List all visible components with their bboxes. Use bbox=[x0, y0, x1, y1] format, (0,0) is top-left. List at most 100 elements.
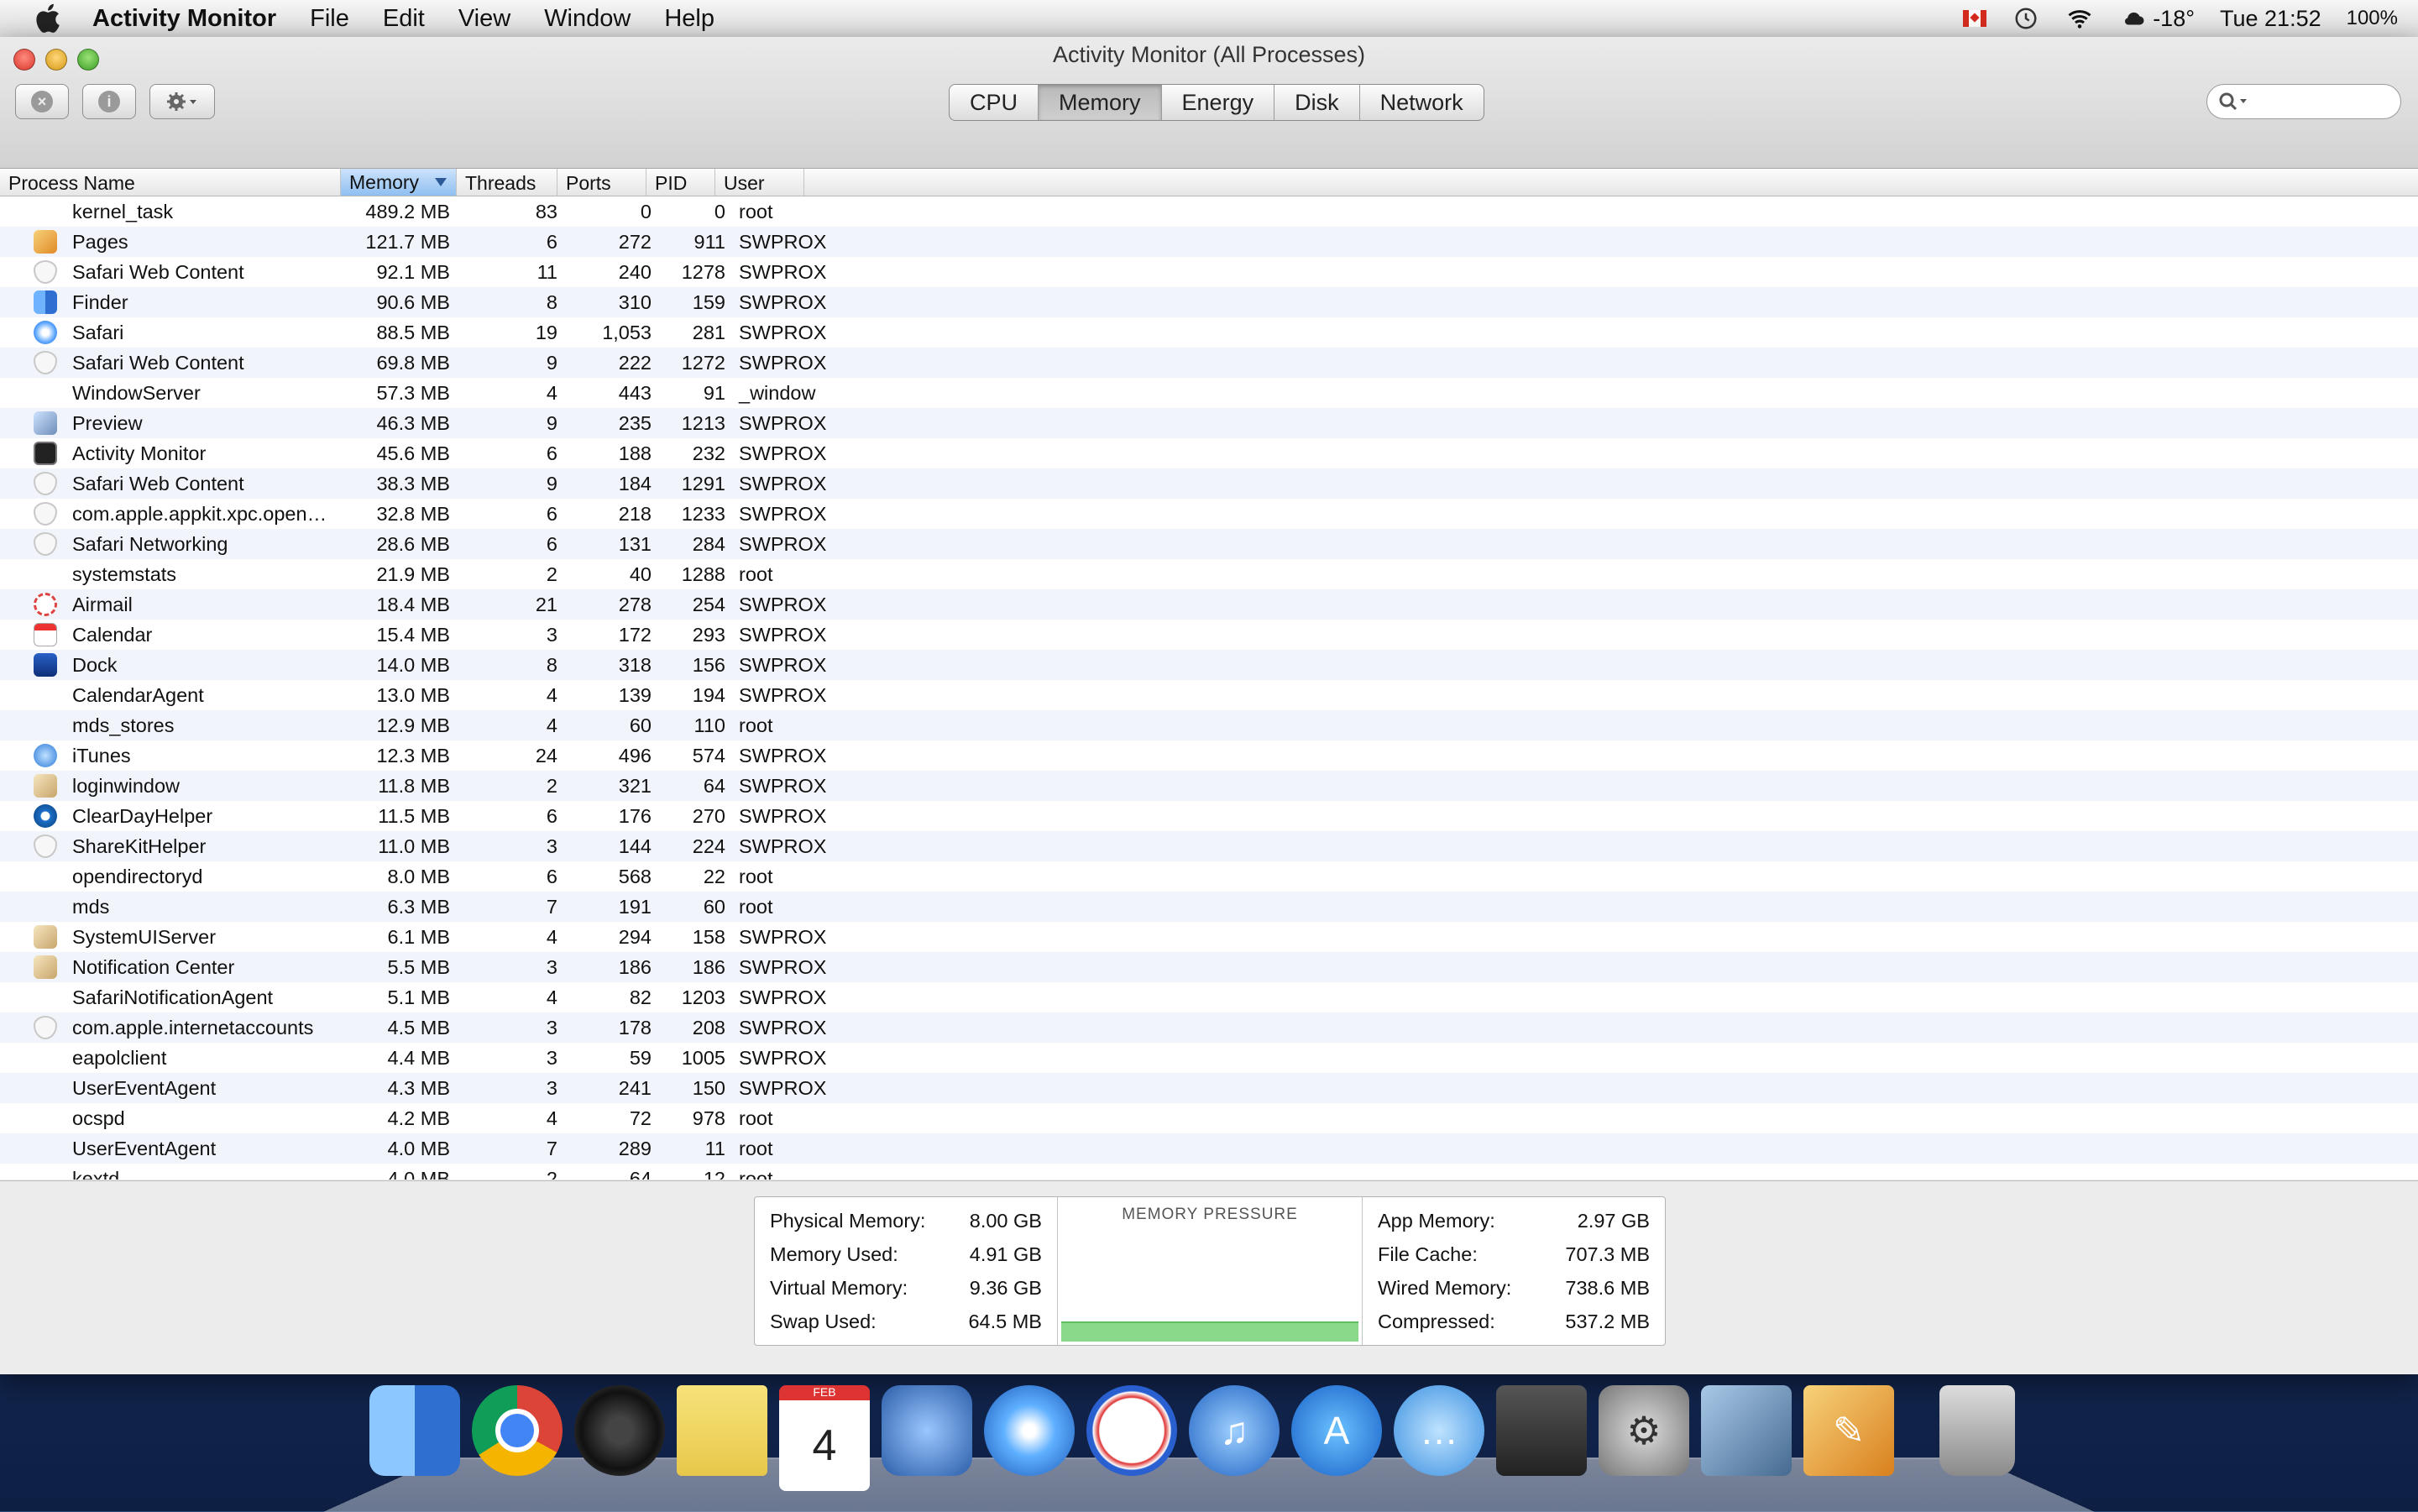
finder-icon[interactable] bbox=[369, 1385, 460, 1476]
process-pid: 270 bbox=[692, 804, 725, 827]
table-row[interactable]: kernel_task 489.2 MB 83 0 0 root bbox=[0, 196, 2418, 227]
table-row[interactable]: Safari Web Content 92.1 MB 11 240 1278 SWPROX bbox=[0, 257, 2418, 287]
table-row[interactable]: ClearDayHelper 11.5 MB 6 176 270 SWPROX bbox=[0, 801, 2418, 831]
safari-icon[interactable] bbox=[984, 1385, 1075, 1476]
app-store-icon[interactable]: A bbox=[1291, 1385, 1382, 1476]
column-header-threads[interactable]: Threads bbox=[457, 169, 557, 196]
process-pid: 12 bbox=[703, 1167, 725, 1180]
weather-cloud-icon[interactable] bbox=[2119, 6, 2148, 31]
table-row[interactable]: com.apple.internetaccounts 4.5 MB 3 178 208 S… bbox=[0, 1012, 2418, 1043]
stickies-icon[interactable] bbox=[677, 1385, 767, 1476]
column-header-memory[interactable]: Memory bbox=[341, 169, 457, 196]
table-row[interactable]: systemstats 21.9 MB 2 40 1288 root bbox=[0, 559, 2418, 589]
table-row[interactable]: eapolclient 4.4 MB 3 59 1005 SWPROX bbox=[0, 1043, 2418, 1073]
table-row[interactable]: kextd 4.0 MB 2 64 12 root bbox=[0, 1164, 2418, 1180]
column-header-user[interactable]: User bbox=[715, 169, 804, 196]
tab-memory[interactable]: Memory bbox=[1039, 85, 1162, 120]
table-row[interactable]: mds_stores 12.9 MB 4 60 110 root bbox=[0, 710, 2418, 740]
table-row[interactable]: Safari Web Content 38.3 MB 9 184 1291 SWPROX bbox=[0, 468, 2418, 499]
process-threads: 3 bbox=[546, 1076, 557, 1099]
process-icon-cell bbox=[0, 986, 72, 1009]
menu-app-name[interactable]: Activity Monitor bbox=[92, 5, 276, 33]
action-menu-button[interactable] bbox=[149, 84, 215, 119]
menubar-clock[interactable]: Tue 21:52 bbox=[2220, 6, 2321, 32]
trash-icon[interactable] bbox=[1939, 1385, 2015, 1476]
process-pid: 574 bbox=[692, 744, 725, 766]
table-row[interactable]: Finder 90.6 MB 8 310 159 SWPROX bbox=[0, 287, 2418, 317]
tab-disk[interactable]: Disk bbox=[1274, 85, 1360, 120]
chrome-icon[interactable] bbox=[472, 1385, 563, 1476]
process-name: Notification Center bbox=[72, 955, 235, 978]
battery-percentage[interactable]: 100% bbox=[2347, 7, 2398, 30]
table-row[interactable]: Preview 46.3 MB 9 235 1213 SWPROX bbox=[0, 408, 2418, 438]
process-user: SWPROX bbox=[739, 804, 827, 827]
table-row[interactable]: UserEventAgent 4.0 MB 7 289 11 root bbox=[0, 1133, 2418, 1164]
shield-icon bbox=[34, 351, 57, 374]
process-memory: 4.3 MB bbox=[387, 1076, 450, 1099]
time-machine-icon[interactable] bbox=[2012, 6, 2040, 31]
activity-monitor-icon[interactable] bbox=[1496, 1385, 1587, 1476]
table-row[interactable]: Dock 14.0 MB 8 318 156 SWPROX bbox=[0, 650, 2418, 680]
sort-descending-icon bbox=[435, 178, 447, 186]
search-field[interactable] bbox=[2206, 84, 2401, 119]
table-row[interactable]: Pages 121.7 MB 6 272 911 SWPROX bbox=[0, 227, 2418, 257]
process-user: SWPROX bbox=[739, 502, 827, 525]
apple-menu-icon[interactable] bbox=[30, 0, 67, 37]
inspect-process-button[interactable]: i bbox=[82, 84, 136, 119]
table-row[interactable]: com.apple.appkit.xpc.open… 32.8 MB 6 218 123… bbox=[0, 499, 2418, 529]
table-row[interactable]: Notification Center 5.5 MB 3 186 186 SWPROX bbox=[0, 952, 2418, 982]
tab-energy[interactable]: Energy bbox=[1162, 85, 1275, 120]
process-pid: 1278 bbox=[681, 260, 725, 283]
table-row[interactable]: SafariNotificationAgent 5.1 MB 4 82 1203 SWPR… bbox=[0, 982, 2418, 1012]
quit-process-button[interactable]: × bbox=[15, 84, 69, 119]
messages-icon[interactable]: … bbox=[1394, 1385, 1484, 1476]
weather-temperature[interactable]: -18° bbox=[2153, 6, 2195, 32]
table-row[interactable]: Safari Web Content 69.8 MB 9 222 1272 SWPROX bbox=[0, 348, 2418, 378]
table-row[interactable]: iTunes 12.3 MB 24 496 574 SWPROX bbox=[0, 740, 2418, 771]
system-preferences-icon[interactable]: ⚙ bbox=[1599, 1385, 1689, 1476]
process-ports: 1,053 bbox=[602, 321, 652, 343]
iphoto-icon[interactable] bbox=[1701, 1385, 1792, 1476]
table-row[interactable]: Airmail 18.4 MB 21 278 254 SWPROX bbox=[0, 589, 2418, 620]
pages-icon[interactable]: ✎ bbox=[1803, 1385, 1894, 1476]
table-row[interactable]: CalendarAgent 13.0 MB 4 139 194 SWPROX bbox=[0, 680, 2418, 710]
table-row[interactable]: Calendar 15.4 MB 3 172 293 SWPROX bbox=[0, 620, 2418, 650]
column-header-process-name[interactable]: Process Name bbox=[0, 169, 341, 196]
itunes-icon[interactable]: ♫ bbox=[1189, 1385, 1280, 1476]
stat-value: 8.00 GB bbox=[969, 1209, 1042, 1232]
menu-help[interactable]: Help bbox=[664, 5, 714, 33]
blank-icon bbox=[34, 986, 57, 1009]
table-row[interactable]: Activity Monitor 45.6 MB 6 188 232 SWPROX bbox=[0, 438, 2418, 468]
process-icon-cell bbox=[0, 714, 72, 737]
calendar-icon[interactable]: FEB 4 bbox=[779, 1385, 870, 1491]
table-row[interactable]: opendirectoryd 8.0 MB 6 568 22 root bbox=[0, 861, 2418, 892]
table-row[interactable]: mds 6.3 MB 7 191 60 root bbox=[0, 892, 2418, 922]
stat-value: 4.91 GB bbox=[969, 1243, 1042, 1265]
column-header-ports[interactable]: Ports bbox=[557, 169, 646, 196]
input-source-flag-icon[interactable] bbox=[1963, 10, 1987, 27]
process-threads: 7 bbox=[546, 895, 557, 918]
process-ports: 188 bbox=[618, 442, 652, 464]
process-name: Safari Web Content bbox=[72, 260, 244, 283]
table-row[interactable]: UserEventAgent 4.3 MB 3 241 150 SWPROX bbox=[0, 1073, 2418, 1103]
table-row[interactable]: WindowServer 57.3 MB 4 443 91 _window bbox=[0, 378, 2418, 408]
table-row[interactable]: Safari Networking 28.6 MB 6 131 284 SWPROX bbox=[0, 529, 2418, 559]
aperture-icon[interactable] bbox=[574, 1385, 665, 1476]
column-header-pid[interactable]: PID bbox=[646, 169, 715, 196]
menu-window[interactable]: Window bbox=[544, 5, 631, 33]
table-row[interactable]: ocspd 4.2 MB 4 72 978 root bbox=[0, 1103, 2418, 1133]
table-row[interactable]: SystemUIServer 6.1 MB 4 294 158 SWPROX bbox=[0, 922, 2418, 952]
wifi-icon[interactable] bbox=[2065, 6, 2094, 31]
table-row[interactable]: ShareKitHelper 11.0 MB 3 144 224 SWPROX bbox=[0, 831, 2418, 861]
menu-edit[interactable]: Edit bbox=[383, 5, 425, 33]
table-row[interactable]: Safari 88.5 MB 19 1,053 281 SWPROX bbox=[0, 317, 2418, 348]
menu-file[interactable]: File bbox=[310, 5, 349, 33]
menu-view[interactable]: View bbox=[458, 5, 510, 33]
table-row[interactable]: loginwindow 11.8 MB 2 321 64 SWPROX bbox=[0, 771, 2418, 801]
process-memory: 4.5 MB bbox=[387, 1016, 450, 1039]
facetime-icon[interactable] bbox=[882, 1385, 972, 1476]
mail-icon[interactable] bbox=[1086, 1385, 1177, 1476]
process-memory: 489.2 MB bbox=[365, 200, 450, 222]
tab-network[interactable]: Network bbox=[1360, 85, 1484, 120]
tab-cpu[interactable]: CPU bbox=[950, 85, 1039, 120]
